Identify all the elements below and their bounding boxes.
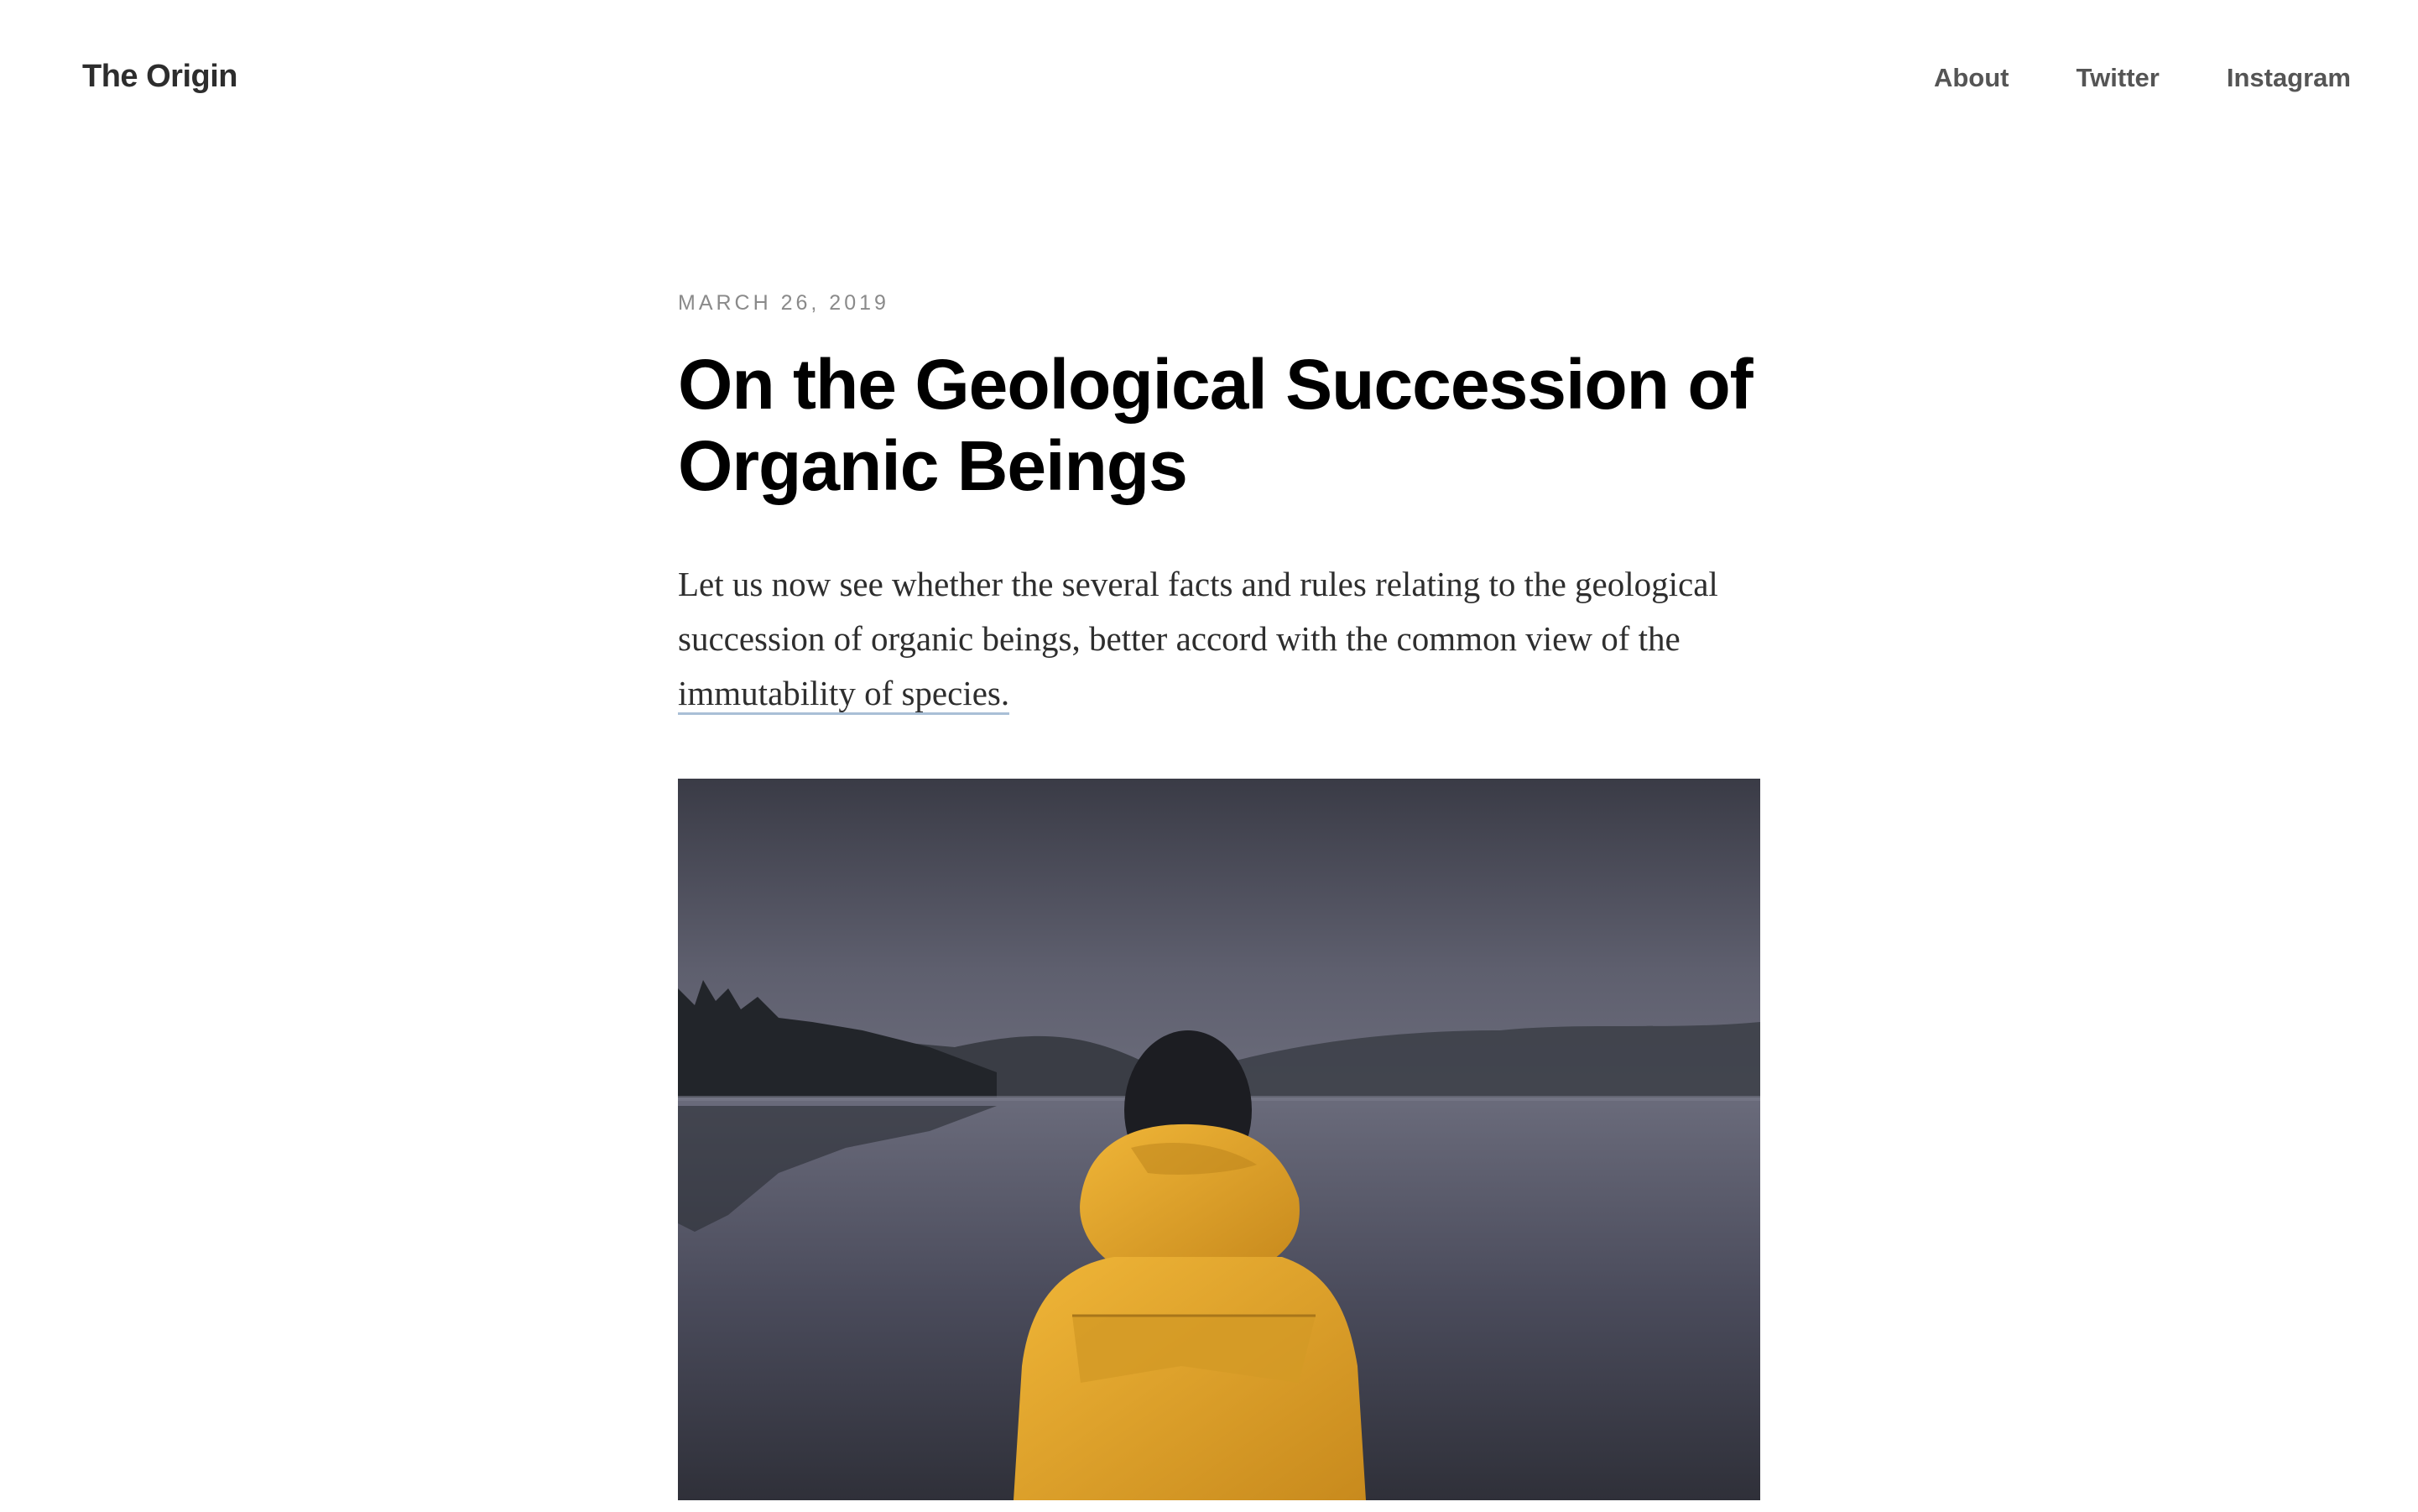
nav-item-twitter[interactable]: Twitter xyxy=(2077,63,2160,93)
hero-image xyxy=(678,779,1760,1500)
post-title: On the Geological Succession of Organic … xyxy=(678,345,1754,505)
post-date: March 26, 2019 xyxy=(678,291,889,315)
post-excerpt: Let us now see whether the several facts… xyxy=(678,557,1760,721)
site-logo[interactable]: The Origin xyxy=(82,59,238,95)
nav-item-about[interactable]: About xyxy=(1934,63,2009,93)
post-article: March 26, 2019 On the Geological Success… xyxy=(678,285,1760,721)
post-excerpt-text: Let us now see whether the several facts… xyxy=(678,565,1718,658)
main-nav: About Twitter Instagram xyxy=(1934,63,2351,93)
excerpt-link[interactable]: immutability of species. xyxy=(678,674,1010,715)
site-header: The Origin About Twitter Instagram xyxy=(0,0,2418,159)
nav-item-instagram[interactable]: Instagram xyxy=(2227,63,2351,93)
raincoat-lake-illustration-icon xyxy=(678,779,1760,1500)
